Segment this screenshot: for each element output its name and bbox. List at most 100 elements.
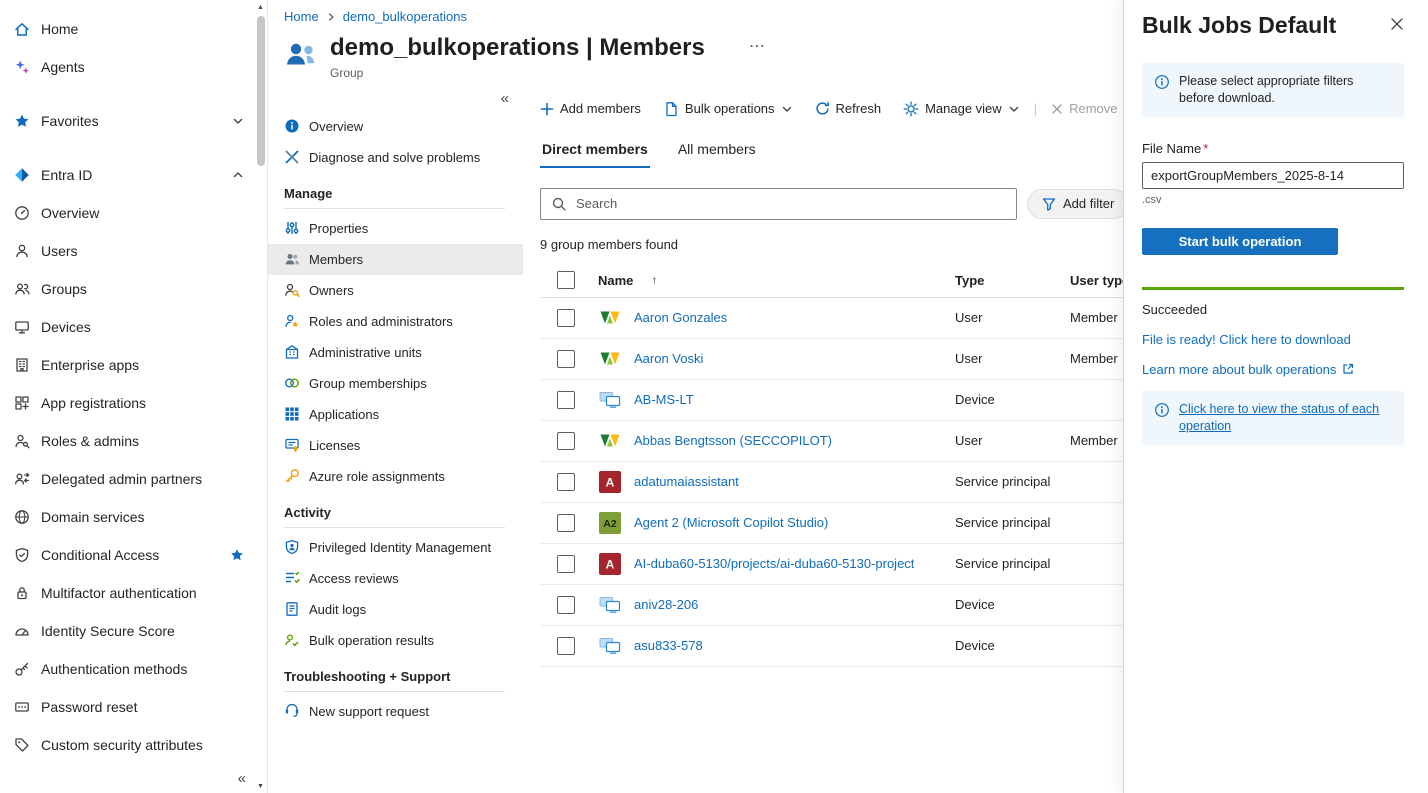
sidebar-item-domain-services[interactable]: Domain services [0,498,254,536]
subnav-item-group-memberships[interactable]: Group memberships [268,368,523,399]
subnav-item-administrative-units[interactable]: Administrative units [268,337,523,368]
tab-all-members[interactable]: All members [676,136,758,168]
subnav-item-roles-and-administrators[interactable]: Roles and administrators [268,306,523,337]
domain-services-icon [14,509,30,525]
file-extension: .csv [1142,194,1404,206]
member-name-link[interactable]: Agent 2 (Microsoft Copilot Studio) [634,515,828,530]
member-name-link[interactable]: AB-MS-LT [634,392,694,407]
scrollbar-thumb[interactable] [257,16,265,166]
subnav-section-header: Manage [268,173,523,208]
sidebar-collapse-button[interactable]: « [238,770,246,787]
breadcrumb-home-link[interactable]: Home [284,9,319,24]
sidebar-item-users[interactable]: Users [0,232,254,270]
subnav-item-new-support-request[interactable]: New support request [268,696,523,727]
name-column-header[interactable]: Name [598,273,633,288]
subnav-item-audit-logs[interactable]: Audit logs [268,594,523,625]
member-name-link[interactable]: adatumaiassistant [634,474,739,489]
operation-status-link[interactable]: Click here to view the status of each op… [1179,401,1392,435]
close-icon[interactable] [1390,17,1404,31]
sidebar-item-multifactor-authentication[interactable]: Multifactor authentication [0,574,254,612]
user-type-column-header[interactable]: User type [1070,273,1124,288]
subnav-item-properties[interactable]: Properties [268,213,523,244]
row-checkbox[interactable] [557,473,575,491]
sidebar-item-agents[interactable]: Agents [0,48,254,86]
subnav-item-label: Privileged Identity Management [309,540,491,555]
add-filter-button[interactable]: Add filter [1027,189,1129,219]
support-icon [284,703,300,719]
select-all-checkbox[interactable] [557,271,575,289]
member-name-link[interactable]: Aaron Gonzales [634,310,727,325]
subnav-item-azure-role-assignments[interactable]: Azure role assignments [268,461,523,492]
svg-text:A: A [606,557,615,571]
operation-status-banner: Click here to view the status of each op… [1142,391,1404,445]
member-name-link[interactable]: asu833-578 [634,638,703,653]
search-box[interactable] [540,188,1017,220]
sidebar-item-delegated-admin-partners[interactable]: Delegated admin partners [0,460,254,498]
row-checkbox[interactable] [557,514,575,532]
subnav-collapse-button[interactable]: « [268,90,523,111]
download-link[interactable]: File is ready! Click here to download [1142,332,1351,347]
sidebar-item-label: Overview [41,205,244,221]
subnav-item-owners[interactable]: Owners [268,275,523,306]
add-members-button[interactable]: Add members [540,101,641,116]
row-checkbox[interactable] [557,309,575,327]
tab-direct-members[interactable]: Direct members [540,136,650,168]
sidebar-item-entra-id[interactable]: Entra ID [0,156,254,194]
home-icon [14,21,30,37]
sidebar-item-app-registrations[interactable]: App registrations [0,384,254,422]
password-reset-icon [14,699,30,715]
remove-button[interactable]: Remove [1051,101,1117,116]
sidebar-item-home[interactable]: Home [0,10,254,48]
row-checkbox[interactable] [557,596,575,614]
breadcrumb-group-link[interactable]: demo_bulkoperations [343,9,467,24]
sidebar-item-identity-secure-score[interactable]: Identity Secure Score [0,612,254,650]
manage-view-button[interactable]: Manage view [903,101,1020,117]
row-checkbox[interactable] [557,637,575,655]
subnav-item-applications[interactable]: Applications [268,399,523,430]
member-name-link[interactable]: aniv28-206 [634,597,698,612]
delegated-admin-icon [14,471,30,487]
sidebar-scrollbar[interactable]: ▲ ▼ [254,0,268,793]
row-checkbox[interactable] [557,432,575,450]
file-name-input[interactable] [1142,162,1404,189]
toolbar-divider: | [1034,101,1037,116]
scroll-down-icon[interactable]: ▼ [257,782,264,791]
sidebar-item-label: Roles & admins [41,433,244,449]
sidebar-item-groups[interactable]: Groups [0,270,254,308]
sidebar-item-label: Identity Secure Score [41,623,244,639]
sidebar-item-password-reset[interactable]: Password reset [0,688,254,726]
sidebar-item-devices[interactable]: Devices [0,308,254,346]
subnav-item-access-reviews[interactable]: Access reviews [268,563,523,594]
subnav-item-diagnose-and-solve-problems[interactable]: Diagnose and solve problems [268,142,523,173]
sidebar-item-roles-admins[interactable]: Roles & admins [0,422,254,460]
more-options-button[interactable]: ⋯ [749,36,767,56]
member-name-link[interactable]: Aaron Voski [634,351,703,366]
row-checkbox[interactable] [557,555,575,573]
sidebar-item-favorites[interactable]: Favorites [0,102,254,140]
type-column-header[interactable]: Type [955,273,1070,288]
row-checkbox[interactable] [557,350,575,368]
start-bulk-operation-button[interactable]: Start bulk operation [1142,228,1338,255]
search-input[interactable] [576,196,1006,211]
refresh-button[interactable]: Refresh [815,101,882,116]
sidebar-item-conditional-access[interactable]: Conditional Access [0,536,254,574]
scroll-up-icon[interactable]: ▲ [257,3,264,12]
manage-view-label: Manage view [925,101,1002,116]
subnav-item-members[interactable]: Members [268,244,523,275]
sidebar-item-authentication-methods[interactable]: Authentication methods [0,650,254,688]
sidebar-item-custom-security-attributes[interactable]: Custom security attributes [0,726,254,764]
info-icon [1154,402,1170,418]
row-checkbox[interactable] [557,391,575,409]
sidebar-item-enterprise-apps[interactable]: Enterprise apps [0,346,254,384]
subnav-item-bulk-operation-results[interactable]: Bulk operation results [268,625,523,656]
learn-more-link[interactable]: Learn more about bulk operations [1142,362,1354,377]
sidebar-item-overview[interactable]: Overview [0,194,254,232]
subnav-item-privileged-identity-management[interactable]: Privileged Identity Management [268,532,523,563]
subnav-item-licenses[interactable]: Licenses [268,430,523,461]
member-name-link[interactable]: Abbas Bengtsson (SECCOPILOT) [634,433,832,448]
subnav-item-overview[interactable]: Overview [268,111,523,142]
member-name-link[interactable]: AI-duba60-5130/projects/ai-duba60-5130-p… [634,556,914,571]
chevron-down-icon [781,103,793,115]
sidebar-item-label: App registrations [41,395,244,411]
bulk-operations-button[interactable]: Bulk operations [663,101,793,117]
